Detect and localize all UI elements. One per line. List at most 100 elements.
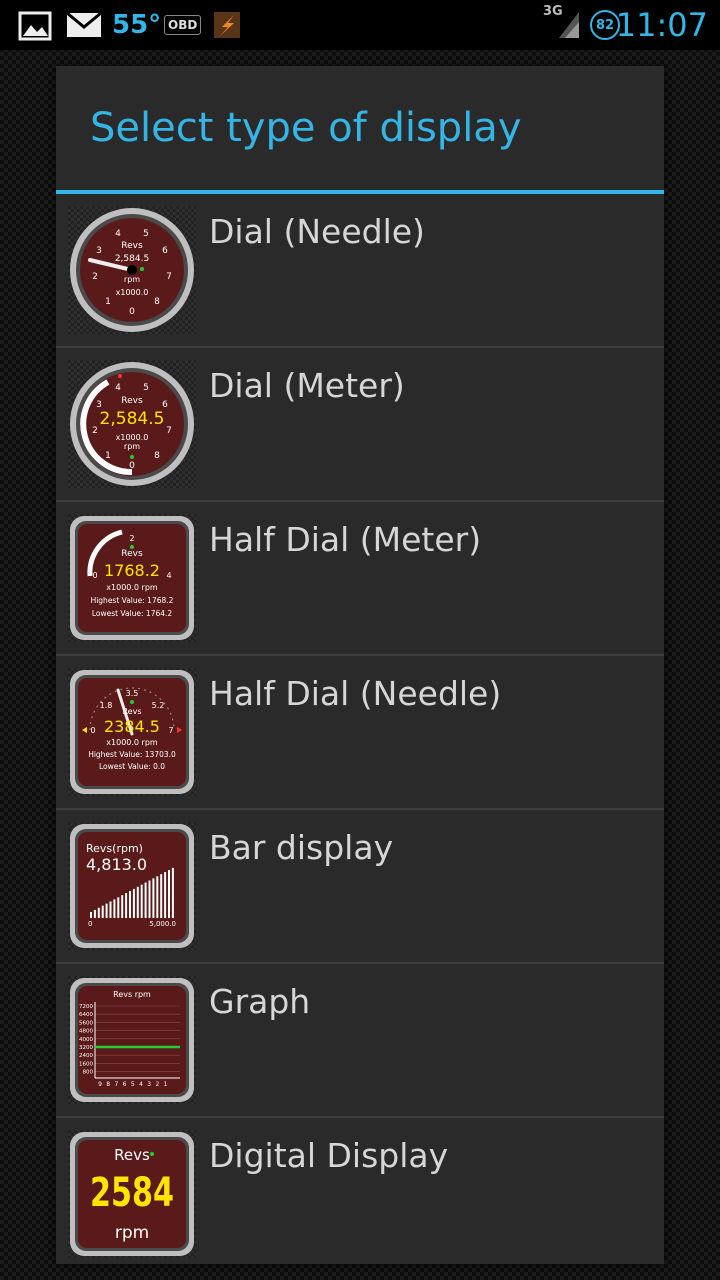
bar-min: 0 — [88, 920, 92, 928]
half-dial-meter-thumbnail: 0 2 4 Revs 1768.2 x1000.0 rpm Highest Va… — [68, 514, 196, 642]
dial-value: 2,584.5 — [100, 409, 165, 429]
dialog-title: Select type of display — [56, 66, 664, 194]
dial-highest: Highest Value: 13703.0 — [88, 750, 176, 759]
clock: 11:07 — [615, 6, 708, 44]
graph-y-tick: 800 — [83, 1070, 94, 1076]
dial-meter-thumbnail: 0 1 2 3 4 5 6 7 8 Revs 2,584.5 x1000.0 r… — [68, 360, 196, 488]
bar-segment — [156, 876, 159, 918]
digital-display-thumbnail: Revs 2584 rpm — [68, 1130, 196, 1258]
bar-segment — [140, 884, 143, 918]
gallery-icon — [18, 0, 52, 50]
graph-x-tick: 1 — [164, 1081, 168, 1088]
dial-tick: 5.2 — [152, 701, 165, 710]
graph-x-tick: 2 — [155, 1081, 159, 1088]
bar-segment — [152, 878, 155, 918]
option-label: Half Dial (Needle) — [209, 674, 502, 713]
bar-segment — [105, 903, 108, 918]
dial-tick: 5 — [143, 383, 149, 393]
graph-y-tick: 6400 — [79, 1012, 93, 1018]
dial-title: Revs — [121, 549, 143, 559]
bar-segment — [168, 870, 170, 918]
display-option-half-dial-meter[interactable]: 0 2 4 Revs 1768.2 x1000.0 rpm Highest Va… — [56, 502, 664, 656]
display-option-half-dial-needle[interactable]: 0 1.8 3.5 5.2 7 Revs 2384.5 x1000.0 rpm … — [56, 656, 664, 810]
dial-value: 2,584.5 — [115, 254, 149, 264]
half-dial-needle-thumbnail: 0 1.8 3.5 5.2 7 Revs 2384.5 x1000.0 rpm … — [68, 668, 196, 796]
dial-title: Revs — [121, 396, 143, 406]
dial-tick: 6 — [162, 246, 168, 256]
bar-segment — [148, 880, 151, 918]
dial-title: Revs — [121, 241, 143, 251]
dial-unit: rpm — [124, 275, 140, 284]
graph-x-tick: 4 — [139, 1081, 143, 1088]
temperature-text: 55° — [112, 10, 162, 40]
display-option-bar-display[interactable]: Revs(rpm) 4,813.0 0 5,000.0 Bar display — [56, 810, 664, 964]
dial-tick: 3 — [96, 246, 102, 256]
graph-y-tick: 5600 — [79, 1020, 93, 1026]
bar-segment — [171, 867, 174, 918]
dial-tick: 2 — [92, 272, 98, 282]
graph-y-tick: 4000 — [79, 1037, 93, 1043]
dial-tick: 0 — [92, 571, 97, 580]
bar-segment — [125, 893, 128, 918]
digital-unit: rpm — [115, 1223, 149, 1243]
dial-tick: 4 — [115, 229, 121, 239]
select-display-dialog: Select type of display 0 1 2 3 4 5 6 7 8… — [56, 66, 664, 1264]
dial-scale: x1000.0 — [116, 288, 149, 297]
digital-value: 2584 — [90, 1170, 174, 1216]
dial-tick: 7 — [166, 272, 172, 282]
dial-tick: 3.5 — [126, 689, 139, 698]
dial-tick: 2 — [92, 426, 98, 436]
dial-tick: 7 — [168, 726, 173, 735]
dial-unit: rpm — [124, 442, 140, 451]
option-label: Dial (Needle) — [209, 212, 425, 251]
torque-icon — [212, 0, 242, 50]
graph-x-tick: 7 — [114, 1081, 118, 1088]
bar-max: 5,000.0 — [149, 920, 176, 928]
bar-title: Revs(rpm) — [86, 842, 143, 855]
bar-segment — [121, 895, 124, 918]
graph-y-tick: 3200 — [79, 1045, 93, 1051]
status-bar: 55° OBD 3G 82 11:07 — [0, 0, 720, 50]
bar-display-thumbnail: Revs(rpm) 4,813.0 0 5,000.0 — [68, 822, 196, 950]
option-label: Dial (Meter) — [209, 366, 405, 405]
dial-needle-thumbnail: 0 1 2 3 4 5 6 7 8 Revs 2,584.5 rpm x1000… — [68, 206, 196, 334]
bar-segment — [97, 907, 100, 918]
bar-segment — [144, 882, 147, 918]
dial-lowest: Lowest Value: 1764.2 — [92, 609, 173, 618]
dial-tick: 4 — [166, 571, 171, 580]
bar-segment — [129, 891, 131, 918]
display-option-dial-meter[interactable]: 0 1 2 3 4 5 6 7 8 Revs 2,584.5 x1000.0 r… — [56, 348, 664, 502]
dial-highest: Highest Value: 1768.2 — [91, 596, 174, 605]
bar-segment — [93, 909, 96, 918]
option-label: Bar display — [209, 828, 394, 867]
graph-title: Revs rpm — [113, 990, 151, 999]
graph-y-tick: 4800 — [79, 1029, 93, 1035]
dial-unit: x1000.0 rpm — [106, 583, 158, 592]
bar-segment — [109, 901, 112, 918]
dial-tick: 1.8 — [100, 701, 113, 710]
bar-segment — [101, 905, 104, 918]
graph-x-tick: 5 — [131, 1081, 135, 1088]
graph-x-tick: 3 — [147, 1081, 151, 1088]
dial-unit: x1000.0 rpm — [106, 738, 158, 747]
dial-lowest: Lowest Value: 0.0 — [99, 762, 165, 771]
graph-x-tick: 6 — [123, 1081, 127, 1088]
bar-value: 4,813.0 — [86, 855, 147, 874]
dial-tick: 1 — [105, 297, 111, 307]
bar-segment — [113, 899, 116, 918]
display-option-graph[interactable]: Revs rpm 7200 6400 5600 4800 4000 3200 2400 160… — [56, 964, 664, 1118]
obd-indicator: OBD — [164, 0, 202, 50]
bar-segment — [136, 886, 139, 918]
dial-tick: 0 — [129, 461, 135, 471]
graph-x-tick: 8 — [106, 1081, 110, 1088]
signal-icon — [557, 0, 581, 50]
dial-tick: 4 — [115, 383, 121, 393]
bar-segment — [117, 897, 120, 918]
dial-tick: 5 — [143, 229, 149, 239]
graph-y-tick: 1600 — [79, 1061, 93, 1067]
gmail-icon — [66, 0, 102, 50]
dial-tick: 2 — [129, 534, 134, 543]
display-option-digital-display[interactable]: Revs 2584 rpm Digital Display — [56, 1118, 664, 1270]
graph-y-tick: 7200 — [79, 1004, 93, 1010]
display-option-dial-needle[interactable]: 0 1 2 3 4 5 6 7 8 Revs 2,584.5 rpm x1000… — [56, 194, 664, 348]
